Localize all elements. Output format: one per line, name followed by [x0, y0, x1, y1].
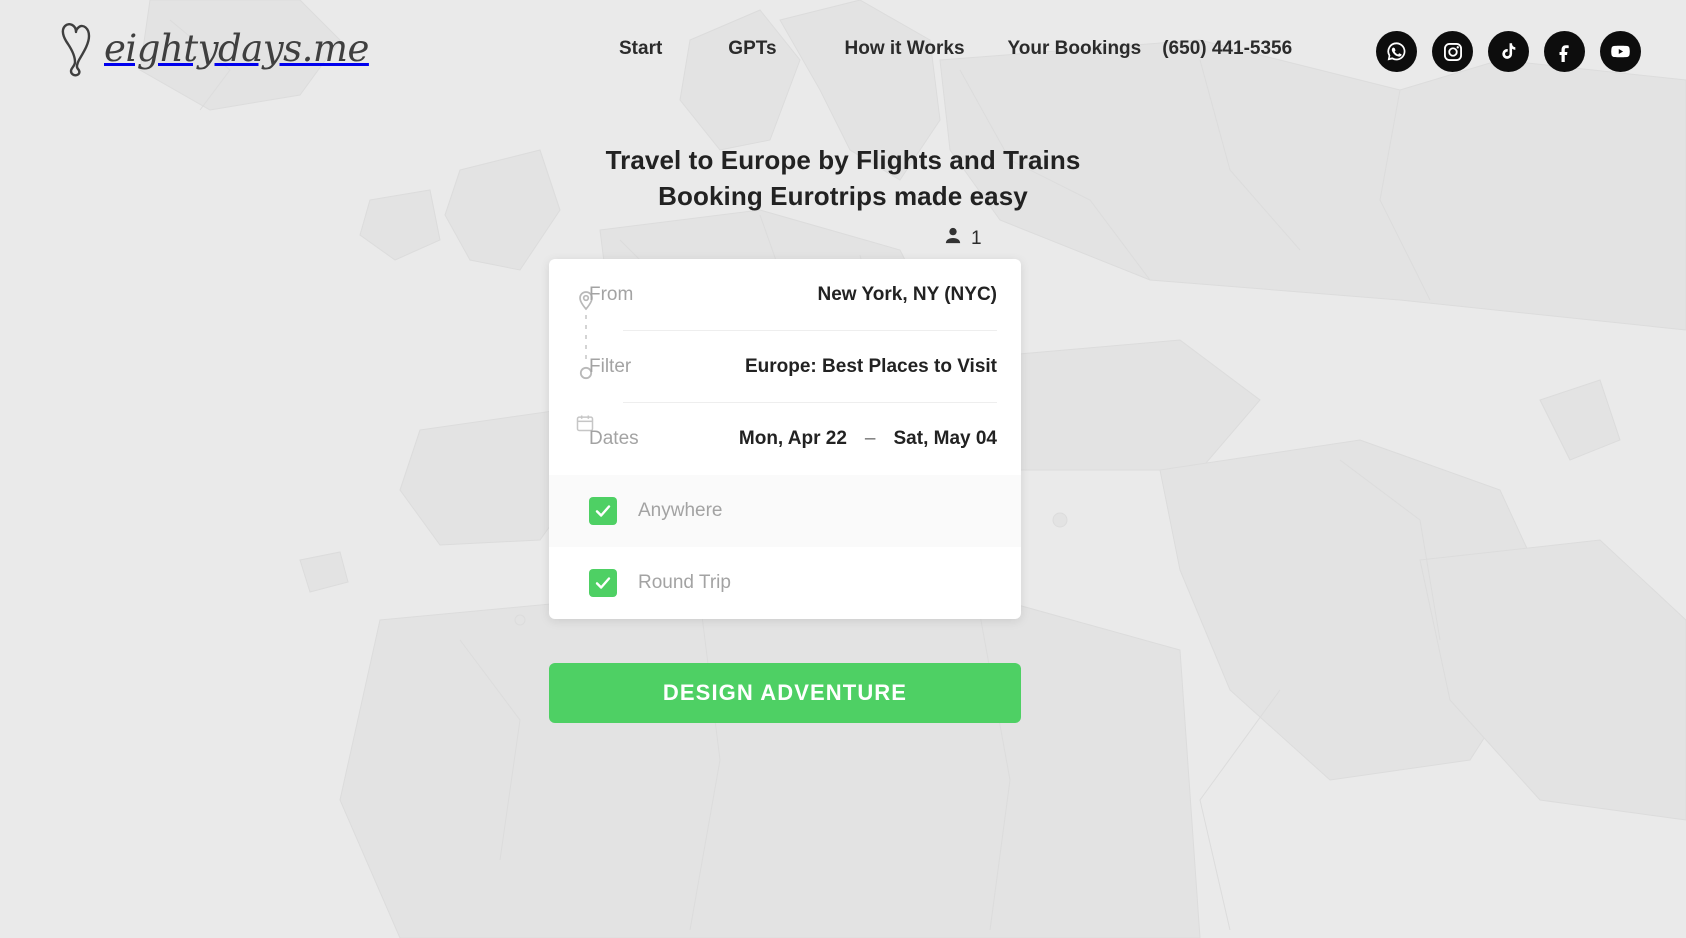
instagram-icon[interactable] [1432, 31, 1473, 72]
headline-line-2: Booking Eurotrips made easy [658, 181, 1028, 211]
filter-value: Europe: Best Places to Visit [744, 356, 997, 377]
from-label: From [589, 284, 634, 305]
passenger-selector[interactable]: 1 [942, 225, 982, 252]
filter-field[interactable]: Filter Europe: Best Places to Visit [549, 331, 1021, 403]
dates-label: Dates [589, 428, 639, 449]
tiktok-icon[interactable] [1488, 31, 1529, 72]
youtube-icon[interactable] [1600, 31, 1641, 72]
filter-label: Filter [589, 356, 632, 377]
logo[interactable]: eightydays.me [58, 20, 369, 80]
brand-name: eightydays.me [104, 26, 369, 70]
checkbox-round-trip[interactable]: Round Trip [549, 547, 1021, 619]
dates-value: Mon, Apr 22 – Sat, May 04 [699, 428, 997, 450]
checkbox-round-trip-label: Round Trip [638, 572, 731, 593]
social-links [1376, 31, 1641, 72]
nav-your-bookings[interactable]: Your Bookings [1008, 38, 1142, 60]
facebook-icon[interactable] [1544, 31, 1585, 72]
person-icon [942, 225, 964, 252]
from-field[interactable]: From New York, NY (NYC) [549, 259, 1021, 331]
design-adventure-button[interactable]: DESIGN ADVENTURE [549, 663, 1021, 723]
search-card: From New York, NY (NYC) Filter Europe: B… [549, 259, 1021, 619]
from-value: New York, NY (NYC) [817, 284, 998, 305]
site-header: eightydays.me Start GPTs How it Works Yo… [0, 0, 1686, 103]
date-separator: – [864, 428, 876, 449]
whatsapp-icon[interactable] [1376, 31, 1417, 72]
date-start[interactable]: Mon, Apr 22 [739, 428, 847, 450]
page-title: Travel to Europe by Flights and Trains B… [0, 142, 1686, 214]
balloon-pin-icon [58, 20, 94, 80]
headline-line-1: Travel to Europe by Flights and Trains [605, 145, 1081, 175]
checkbox-anywhere[interactable]: Anywhere [549, 475, 1021, 547]
check-icon [589, 569, 617, 597]
check-icon [589, 497, 617, 525]
passenger-count: 1 [971, 227, 982, 249]
main-nav: Start GPTs How it Works Your Bookings (6… [619, 38, 1292, 60]
dates-field[interactable]: Dates Mon, Apr 22 – Sat, May 04 [549, 403, 1021, 475]
nav-gpts[interactable]: GPTs [728, 38, 776, 60]
nav-start[interactable]: Start [619, 38, 662, 60]
phone-number[interactable]: (650) 441-5356 [1162, 38, 1292, 60]
nav-how-it-works[interactable]: How it Works [845, 38, 965, 60]
date-end[interactable]: Sat, May 04 [894, 428, 998, 450]
checkbox-anywhere-label: Anywhere [638, 500, 723, 521]
